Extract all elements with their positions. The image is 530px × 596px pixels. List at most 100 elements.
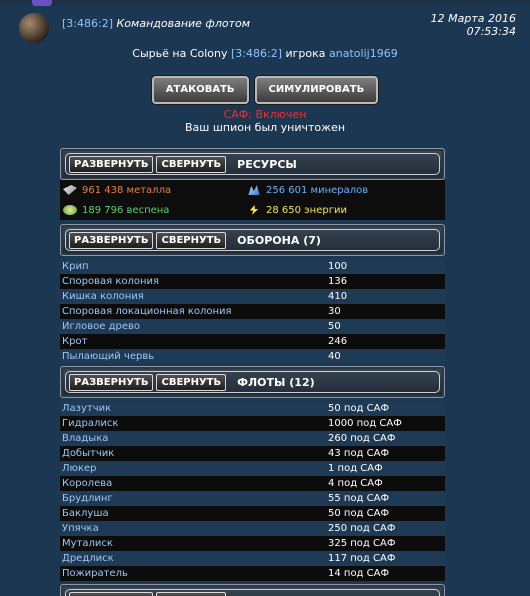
fleet-name: Гидралиск bbox=[62, 418, 119, 429]
message-datetime: 12 Марта 2016 07:53:34 bbox=[431, 12, 516, 38]
next-expand-button[interactable]: РАЗВЕРНУТЬ bbox=[69, 592, 154, 596]
fleets-title: ФЛОТЫ (12) bbox=[237, 376, 315, 389]
defense-table: Крип 100 Споровая колония 136 Кишка колони… bbox=[60, 259, 445, 364]
resources-collapse-button[interactable]: СВЕРНУТЬ bbox=[156, 156, 227, 173]
fleet-name: Пожиратель bbox=[62, 568, 128, 579]
defense-name: Крип bbox=[62, 261, 89, 272]
report-coords-link[interactable]: [3:486:2] bbox=[231, 47, 282, 60]
fleets-section: РАЗВЕРНУТЬ СВЕРНУТЬ ФЛОТЫ (12) Лазутчик 50 … bbox=[60, 366, 445, 581]
fleet-name: Упячка bbox=[62, 523, 99, 534]
fleet-value: 260 под САФ bbox=[328, 433, 396, 444]
fleet-value: 14 под САФ bbox=[328, 568, 390, 579]
table-row: Крот 246 bbox=[60, 334, 445, 349]
fleet-name: Люкер bbox=[62, 463, 97, 474]
next-section-partial: РАЗВЕРНУТЬСВЕРНУТЬ bbox=[60, 584, 445, 596]
fleet-value: 55 под САФ bbox=[328, 493, 390, 504]
defense-value: 246 bbox=[328, 336, 348, 347]
menu-tab[interactable] bbox=[32, 0, 52, 6]
fleet-value: 1000 под САФ bbox=[328, 418, 402, 429]
fleet-name: Муталиск bbox=[62, 538, 113, 549]
message-coords-link[interactable]: [3:486:2] bbox=[62, 17, 113, 30]
resource-minerals: 256 601 минералов bbox=[247, 185, 368, 196]
resource-vespene: 189 796 веспена bbox=[63, 205, 169, 216]
table-row: Баклуша 50 под САФ bbox=[60, 506, 445, 521]
defense-value: 40 bbox=[328, 351, 341, 362]
table-row: Муталиск 325 под САФ bbox=[60, 536, 445, 551]
resources-expand-button[interactable]: РАЗВЕРНУТЬ bbox=[69, 156, 154, 173]
metal-value: 961 438 металла bbox=[82, 185, 172, 196]
defense-value: 100 bbox=[328, 261, 348, 272]
next-collapse-button[interactable]: СВЕРНУТЬ bbox=[156, 592, 227, 596]
defense-name: Кишка колония bbox=[62, 291, 144, 302]
defense-name: Споровая колония bbox=[62, 276, 160, 287]
table-row: Споровая локационная колония 30 bbox=[60, 304, 445, 319]
action-buttons: АТАКОВАТЬ СИМУЛИРОВАТЬ bbox=[0, 76, 530, 104]
fleet-name: Королева bbox=[62, 478, 113, 489]
fleet-name: Лазутчик bbox=[62, 403, 112, 414]
table-row: Крип 100 bbox=[60, 259, 445, 274]
next-section-header: РАЗВЕРНУТЬСВЕРНУТЬ bbox=[60, 584, 445, 596]
vespene-value: 189 796 веспена bbox=[82, 205, 170, 216]
defense-value: 50 bbox=[328, 321, 341, 332]
defense-name: Пылающий червь bbox=[62, 351, 155, 362]
table-row: Дредлиск 117 под САФ bbox=[60, 551, 445, 566]
report-headline: Сырьё на Colony [3:486:2] игрока anatoli… bbox=[0, 47, 530, 60]
resources-title: РЕСУРСЫ bbox=[237, 158, 297, 171]
defense-header: РАЗВЕРНУТЬ СВЕРНУТЬ ОБОРОНА (7) bbox=[60, 224, 445, 256]
table-row: Добытчик 43 под САФ bbox=[60, 446, 445, 461]
player-link[interactable]: anatolij1969 bbox=[329, 47, 398, 60]
fleet-value: 117 под САФ bbox=[328, 553, 396, 564]
message-time: 07:53:34 bbox=[466, 25, 516, 38]
vespene-icon bbox=[63, 205, 77, 215]
fleets-table: Лазутчик 50 под САФ Гидралиск 1000 под САФ… bbox=[60, 401, 445, 581]
defense-section: РАЗВЕРНУТЬ СВЕРНУТЬ ОБОРОНА (7) Крип 100 Сп… bbox=[60, 224, 445, 364]
defense-collapse-button[interactable]: СВЕРНУТЬ bbox=[156, 232, 227, 249]
resources-header: РАЗВЕРНУТЬ СВЕРНУТЬ РЕСУРСЫ bbox=[60, 148, 445, 180]
defense-expand-button[interactable]: РАЗВЕРНУТЬ bbox=[69, 232, 154, 249]
fleet-value: 50 под САФ bbox=[328, 403, 390, 414]
defense-value: 30 bbox=[328, 306, 341, 317]
table-row: Королева 4 под САФ bbox=[60, 476, 445, 491]
saf-status: САФ: Включен bbox=[223, 108, 307, 121]
table-row: Пожиратель 14 под САФ bbox=[60, 566, 445, 581]
attack-button[interactable]: АТАКОВАТЬ bbox=[151, 76, 249, 104]
planet-avatar bbox=[19, 13, 49, 43]
fleets-collapse-button[interactable]: СВЕРНУТЬ bbox=[156, 374, 227, 391]
minerals-icon bbox=[248, 185, 260, 195]
simulate-button[interactable]: СИМУЛИРОВАТЬ bbox=[254, 76, 379, 104]
resource-metal: 961 438 металла bbox=[63, 185, 171, 196]
metal-icon bbox=[63, 185, 77, 195]
fleet-name: Владыка bbox=[62, 433, 109, 444]
fleet-value: 1 под САФ bbox=[328, 463, 383, 474]
report-prefix: Сырьё на Colony bbox=[132, 47, 228, 60]
table-row: Гидралиск 1000 под САФ bbox=[60, 416, 445, 431]
minerals-value: 256 601 минералов bbox=[266, 185, 369, 196]
fleet-value: 250 под САФ bbox=[328, 523, 396, 534]
spy-status: Ваш шпион был уничтожен bbox=[184, 121, 346, 134]
top-bar bbox=[0, 0, 530, 6]
energy-icon bbox=[249, 205, 259, 215]
fleet-value: 4 под САФ bbox=[328, 478, 383, 489]
table-row: Пылающий червь 40 bbox=[60, 349, 445, 364]
message-date: 12 Марта 2016 bbox=[430, 12, 516, 25]
table-row: Лазутчик 50 под САФ bbox=[60, 401, 445, 416]
report-player-prefix: игрока bbox=[285, 47, 326, 60]
defense-name: Крот bbox=[62, 336, 88, 347]
fleet-name: Добытчик bbox=[62, 448, 115, 459]
table-row: Споровая колония 136 bbox=[60, 274, 445, 289]
fleet-name: Дредлиск bbox=[62, 553, 114, 564]
fleet-name: Брудлинг bbox=[62, 493, 113, 504]
resource-energy: 28 650 энергии bbox=[247, 205, 347, 216]
defense-name: Игловое древо bbox=[62, 321, 141, 332]
table-row: Игловое древо 50 bbox=[60, 319, 445, 334]
fleet-value: 325 под САФ bbox=[328, 538, 396, 549]
table-row: Владыка 260 под САФ bbox=[60, 431, 445, 446]
fleets-header: РАЗВЕРНУТЬ СВЕРНУТЬ ФЛОТЫ (12) bbox=[60, 366, 445, 398]
fleets-expand-button[interactable]: РАЗВЕРНУТЬ bbox=[69, 374, 154, 391]
resources-section: РАЗВЕРНУТЬ СВЕРНУТЬ РЕСУРСЫ 961 438 металл… bbox=[60, 148, 445, 220]
defense-value: 136 bbox=[328, 276, 348, 287]
message-title: Командование флотом bbox=[116, 17, 251, 30]
table-row: Упячка 250 под САФ bbox=[60, 521, 445, 536]
energy-value: 28 650 энергии bbox=[266, 205, 347, 216]
table-row: Кишка колония 410 bbox=[60, 289, 445, 304]
